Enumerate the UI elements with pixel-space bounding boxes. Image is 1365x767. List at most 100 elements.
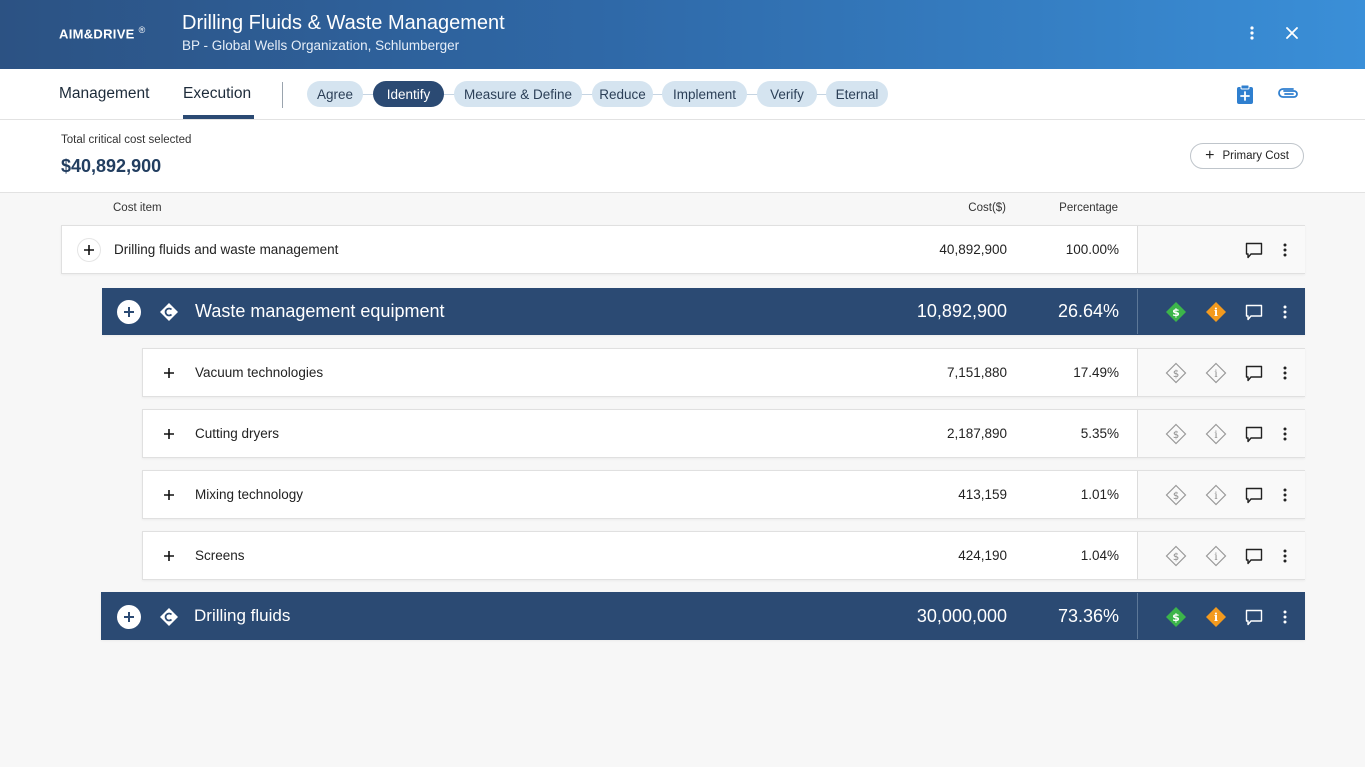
plus-icon (124, 612, 134, 622)
table-row[interactable]: Drilling fluids 30,000,000 73.36% $ i (101, 592, 1305, 640)
phase-agree[interactable]: Agree (307, 81, 363, 107)
info-diamond-outline-icon: i (1205, 545, 1227, 567)
vertical-dots-icon (1250, 26, 1254, 40)
add-primary-cost-button[interactable]: + Primary Cost (1190, 143, 1304, 169)
comment-button[interactable] (1242, 483, 1266, 507)
more-options-button[interactable] (1241, 22, 1263, 44)
vertical-dots-icon (1283, 549, 1287, 563)
table-row[interactable]: Screens 424,190 1.04% $ i (142, 531, 1305, 580)
cost-item-name: Mixing technology (195, 487, 304, 502)
cost-flag-button[interactable]: $ (1164, 544, 1188, 568)
table-row[interactable]: Drilling fluids and waste management 40,… (61, 225, 1305, 274)
tab-execution[interactable]: Execution (183, 85, 251, 103)
row-actions (1137, 226, 1305, 273)
svg-text:$: $ (1173, 552, 1179, 563)
plus-icon (164, 429, 174, 439)
row-more-button[interactable] (1273, 361, 1297, 385)
info-diamond-icon: i (1206, 302, 1226, 322)
page-subtitle: BP - Global Wells Organization, Schlumbe… (182, 38, 460, 53)
info-flag-button[interactable]: i (1204, 483, 1228, 507)
info-diamond-icon: i (1206, 607, 1226, 627)
percentage-value: 5.35% (1080, 426, 1119, 441)
phase-implement[interactable]: Implement (662, 81, 747, 107)
percentage-value: 1.04% (1080, 548, 1119, 563)
comment-button[interactable] (1242, 605, 1266, 629)
row-more-button[interactable] (1273, 300, 1297, 324)
plus-icon (164, 551, 174, 561)
svg-text:i: i (1214, 306, 1218, 319)
info-flag-button[interactable]: i (1204, 361, 1228, 385)
info-flag-button[interactable]: i (1204, 422, 1228, 446)
table-row[interactable]: Mixing technology 413,159 1.01% $ i (142, 470, 1305, 519)
phase-eternal[interactable]: Eternal (826, 81, 888, 107)
comment-icon (1245, 365, 1263, 381)
clipboard-add-button[interactable] (1234, 83, 1256, 105)
phase-identify[interactable]: Identify (373, 81, 444, 107)
cost-value: 30,000,000 (916, 605, 1007, 626)
phase-measure-define[interactable]: Measure & Define (454, 81, 582, 107)
cost-value: 2,187,890 (946, 426, 1007, 441)
expand-button[interactable] (117, 605, 141, 629)
info-flag-button[interactable]: i (1204, 544, 1228, 568)
svg-text:$: $ (1173, 369, 1179, 380)
total-cost-value: $40,892,900 (61, 156, 162, 176)
comment-button[interactable] (1242, 544, 1266, 568)
cost-flag-button[interactable]: $ (1164, 422, 1188, 446)
row-actions: $ i (1137, 410, 1305, 457)
row-more-button[interactable] (1273, 605, 1297, 629)
row-more-button[interactable] (1273, 544, 1297, 568)
svg-text:$: $ (1172, 611, 1180, 624)
expand-button[interactable] (157, 544, 181, 568)
column-header-cost: Cost($) (968, 202, 1006, 214)
svg-text:i: i (1214, 369, 1217, 380)
comment-button[interactable] (1242, 422, 1266, 446)
svg-text:i: i (1214, 611, 1218, 624)
percentage-value: 1.01% (1080, 487, 1119, 502)
expand-button[interactable] (77, 238, 101, 262)
table-row[interactable]: Vacuum technologies 7,151,880 17.49% $ i (142, 348, 1305, 397)
info-flag-button[interactable]: i (1204, 300, 1228, 324)
cost-flag-button[interactable]: $ (1164, 483, 1188, 507)
info-flag-button[interactable]: i (1204, 605, 1228, 629)
total-cost-label: Total critical cost selected (61, 134, 192, 146)
comment-button[interactable] (1242, 361, 1266, 385)
tab-management[interactable]: Management (59, 85, 149, 103)
cost-flag-button[interactable]: $ (1164, 361, 1188, 385)
row-more-button[interactable] (1273, 483, 1297, 507)
vertical-dots-icon (1283, 610, 1287, 624)
diamond-c-icon (160, 303, 178, 321)
row-actions: $ i (1137, 289, 1305, 334)
phase-verify[interactable]: Verify (757, 81, 817, 107)
expand-button[interactable] (157, 361, 181, 385)
cost-flag-button[interactable]: $ (1164, 605, 1188, 629)
critical-item-marker (157, 605, 181, 629)
comment-icon (1245, 304, 1263, 320)
active-tab-indicator (183, 115, 254, 119)
comment-button[interactable] (1242, 238, 1266, 262)
vertical-dots-icon (1283, 243, 1287, 257)
svg-text:i: i (1214, 491, 1217, 502)
comment-icon (1245, 426, 1263, 442)
cost-value: 40,892,900 (939, 242, 1007, 257)
percentage-value: 73.36% (1057, 605, 1119, 626)
cost-flag-button[interactable]: $ (1164, 300, 1188, 324)
expand-button[interactable] (117, 300, 141, 324)
comment-icon (1245, 242, 1263, 258)
expand-button[interactable] (157, 422, 181, 446)
row-more-button[interactable] (1273, 422, 1297, 446)
phase-reduce[interactable]: Reduce (592, 81, 653, 107)
cost-item-name: Drilling fluids and waste management (114, 242, 339, 257)
info-diamond-outline-icon: i (1205, 362, 1227, 384)
cost-item-name: Cutting dryers (195, 426, 280, 441)
page-title: Drilling Fluids & Waste Management (182, 12, 505, 34)
table-row[interactable]: Cutting dryers 2,187,890 5.35% $ i (142, 409, 1305, 458)
table-row[interactable]: Waste management equipment 10,892,900 26… (102, 288, 1305, 335)
dollar-diamond-outline-icon: $ (1165, 545, 1187, 567)
vertical-dots-icon (1283, 488, 1287, 502)
comment-button[interactable] (1242, 300, 1266, 324)
close-button[interactable] (1281, 22, 1303, 44)
attachment-button[interactable] (1278, 83, 1300, 105)
comment-icon (1245, 609, 1263, 625)
expand-button[interactable] (157, 483, 181, 507)
row-more-button[interactable] (1273, 238, 1297, 262)
